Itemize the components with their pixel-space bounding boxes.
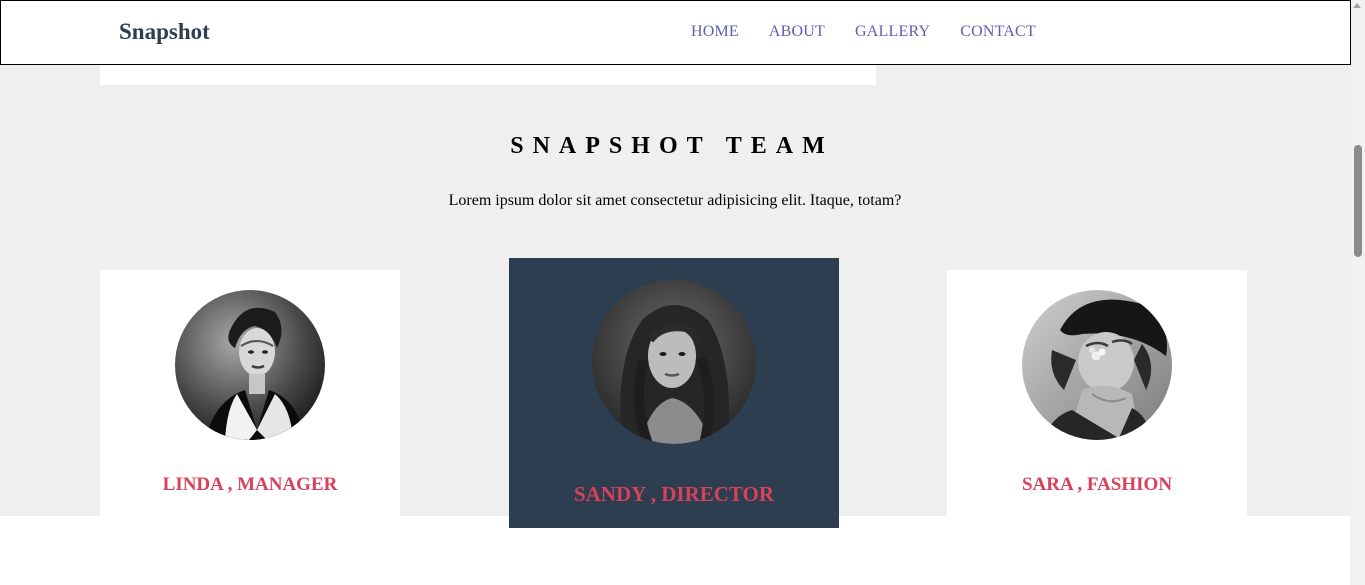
avatar-linda <box>175 290 325 440</box>
scrollbar-thumb[interactable] <box>1354 145 1362 257</box>
nav-gallery-link[interactable]: GALLERY <box>855 23 930 41</box>
portrait-image <box>175 290 325 440</box>
team-card-sara: SARA , FASHION <box>947 270 1247 516</box>
avatar-sara <box>1022 290 1172 440</box>
team-card-sandy: SANDY , DIRECTOR <box>509 258 839 528</box>
scroll-up-arrow-icon[interactable] <box>1353 3 1361 8</box>
avatar-sandy <box>592 280 756 444</box>
page-scrollbar[interactable] <box>1350 0 1365 585</box>
member-name-linda: LINDA , MANAGER <box>162 474 338 495</box>
team-card-linda: LINDA , MANAGER <box>100 270 400 516</box>
previous-section-bottom <box>100 63 876 85</box>
nav-contact-link[interactable]: CONTACT <box>960 23 1036 41</box>
nav-home-link[interactable]: HOME <box>691 23 739 41</box>
team-section-title: SNAPSHOT TEAM <box>510 133 834 159</box>
nav-about-link[interactable]: ABOUT <box>769 23 825 41</box>
nav-menu: HOME ABOUT GALLERY CONTACT <box>691 23 1036 41</box>
portrait-image <box>1022 290 1172 440</box>
brand-logo-text[interactable]: Snapshot <box>119 19 210 45</box>
portrait-image <box>592 280 756 444</box>
team-section-subtitle: Lorem ipsum dolor sit amet consectetur a… <box>448 192 902 209</box>
member-name-sandy: SANDY , DIRECTOR <box>573 482 775 506</box>
page: Snapshot HOME ABOUT GALLERY CONTACT SNAP… <box>0 0 1365 585</box>
top-navbar: Snapshot HOME ABOUT GALLERY CONTACT <box>0 0 1351 65</box>
member-name-sara: SARA , FASHION <box>1021 474 1173 495</box>
